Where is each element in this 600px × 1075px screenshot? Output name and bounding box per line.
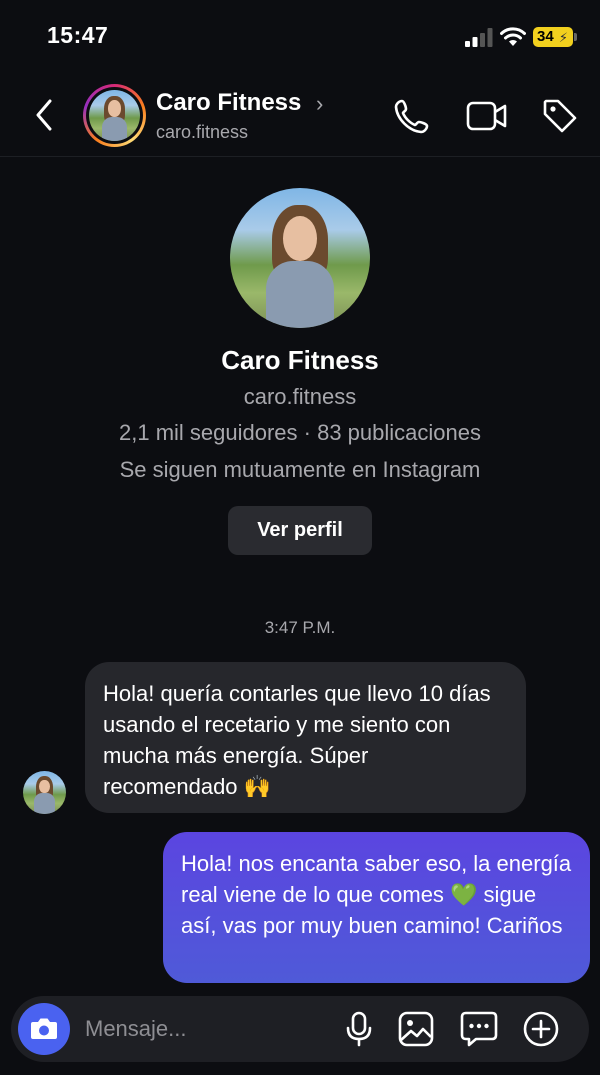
header-avatar[interactable] [83,84,146,147]
wifi-icon [500,27,526,46]
battery-level: 34 [537,28,554,45]
charging-icon: ⚡ [558,30,568,45]
gallery-icon[interactable] [398,1011,434,1047]
chevron-right-icon[interactable]: › [316,91,323,117]
view-profile-button[interactable]: Ver perfil [228,506,372,555]
battery-cap [574,33,577,41]
camera-icon [31,1018,57,1039]
camera-button[interactable] [18,1003,70,1055]
header-name[interactable]: Caro Fitness [156,89,301,117]
incoming-message[interactable]: Hola! quería contarles que llevo 10 días… [85,662,526,813]
signal-icon [465,28,493,47]
chat-header: Caro Fitness › caro.fitness [0,75,600,157]
plus-icon[interactable] [523,1011,559,1047]
sender-avatar[interactable] [23,771,66,814]
profile-mutual-follow: Se siguen mutuamente en Instagram [119,457,481,482]
profile-username: caro.fitness [243,384,357,409]
profile-name: Caro Fitness [221,345,379,375]
battery-indicator: 34 ⚡ [533,27,573,47]
outgoing-message[interactable]: Hola! nos encanta saber eso, la energía … [163,832,590,983]
status-bar: 15:47 34 ⚡ [0,0,600,75]
status-time: 15:47 [47,22,109,48]
mic-icon[interactable] [344,1011,374,1047]
profile-stats: 2,1 mil seguidores · 83 publicaciones [119,420,481,445]
message-input[interactable] [85,996,335,1062]
sticker-icon[interactable] [460,1011,498,1047]
message-composer [11,996,589,1062]
avatar-photo [89,90,140,141]
message-timestamp: 3:47 P.M. [264,618,336,637]
back-icon[interactable] [30,95,60,135]
tag-icon[interactable] [541,97,579,135]
call-icon[interactable] [393,97,431,135]
profile-photo[interactable] [230,188,370,328]
header-username[interactable]: caro.fitness [156,122,248,143]
video-icon[interactable] [466,99,508,133]
